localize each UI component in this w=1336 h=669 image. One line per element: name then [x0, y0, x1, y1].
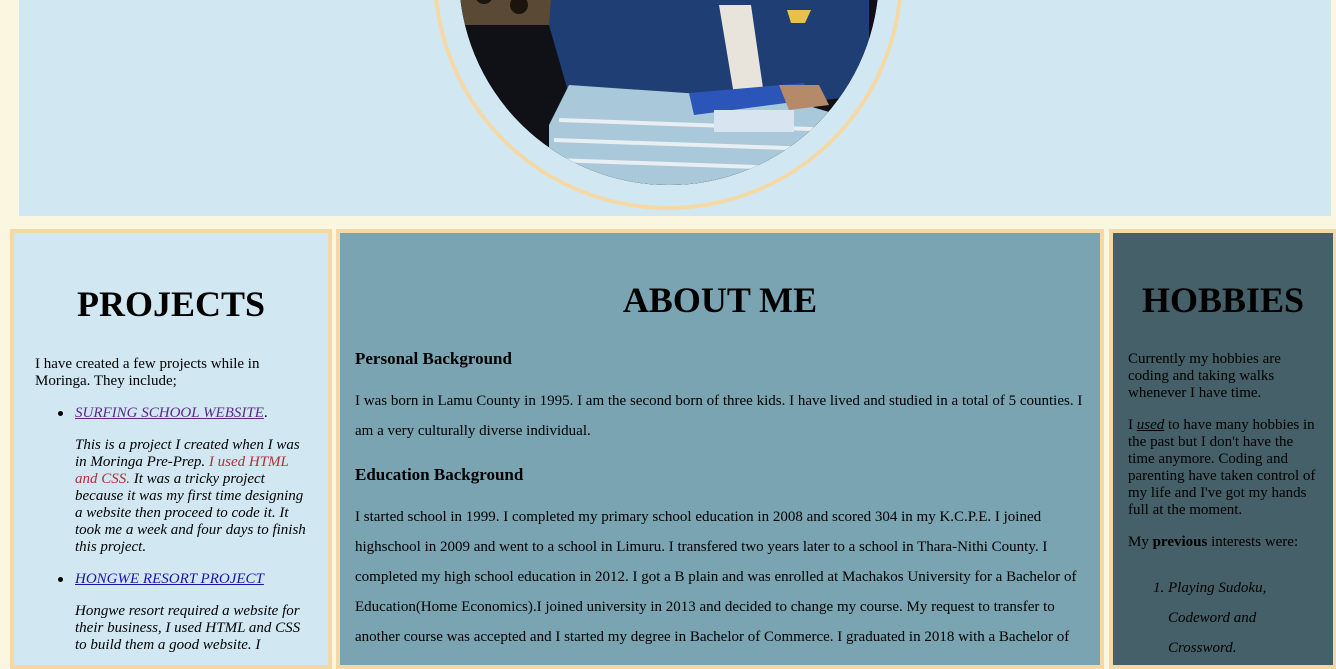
projects-heading: PROJECTS	[76, 284, 266, 324]
about-heading: ABOUT ME	[622, 280, 818, 320]
hero-banner	[19, 0, 1331, 216]
hongwe-resort-link[interactable]: HONGWE RESORT PROJECT	[75, 571, 264, 587]
hobbies-current: Currently my hobbies are coding and taki…	[1128, 351, 1281, 401]
hobbies-previous-end: interests were:	[1211, 534, 1299, 550]
project-item-1-period: .	[263, 405, 268, 421]
hobbies-previous-bold: previous	[1152, 534, 1208, 550]
used-link[interactable]: used	[1137, 417, 1165, 433]
hobbies-past-start: I	[1128, 417, 1133, 433]
project-item-1-desc: This is a project I created when I was i…	[75, 437, 311, 556]
project-item-1-title: SURFING SCHOOL WEBSITE.	[75, 405, 315, 422]
list-bullet	[58, 577, 63, 582]
personal-background-text: I was born in Lamu County in 1995. I am …	[355, 393, 1083, 439]
hobbies-section: HOBBIES Currently my hobbies are coding …	[1109, 229, 1336, 669]
list-bullet	[58, 411, 63, 416]
personal-background-heading: Personal Background	[355, 349, 512, 368]
education-background-text: I started school in 1999. I completed my…	[355, 509, 1077, 645]
projects-section: PROJECTS I have created a few projects w…	[10, 229, 332, 669]
about-section: ABOUT ME Personal Background I was born …	[336, 229, 1104, 669]
hobbies-past: I used to have many hobbies in the past …	[1128, 417, 1323, 519]
project-item-2-title: HONGWE RESORT PROJECT	[75, 571, 315, 588]
hobbies-heading: HOBBIES	[1141, 280, 1305, 320]
surfing-school-link[interactable]: SURFING SCHOOL WEBSITE	[75, 405, 264, 421]
hobby-list-item: Playing Sudoku, Codeword and Crossword.	[1168, 580, 1267, 656]
hobbies-previous: My previous interests were:	[1128, 534, 1323, 551]
projects-intro: I have created a few projects while in M…	[35, 356, 260, 389]
hobbies-previous-start: My	[1128, 534, 1149, 550]
education-background-heading: Education Background	[355, 465, 524, 484]
project-item-2-desc: Hongwe resort required a website for the…	[75, 603, 301, 653]
